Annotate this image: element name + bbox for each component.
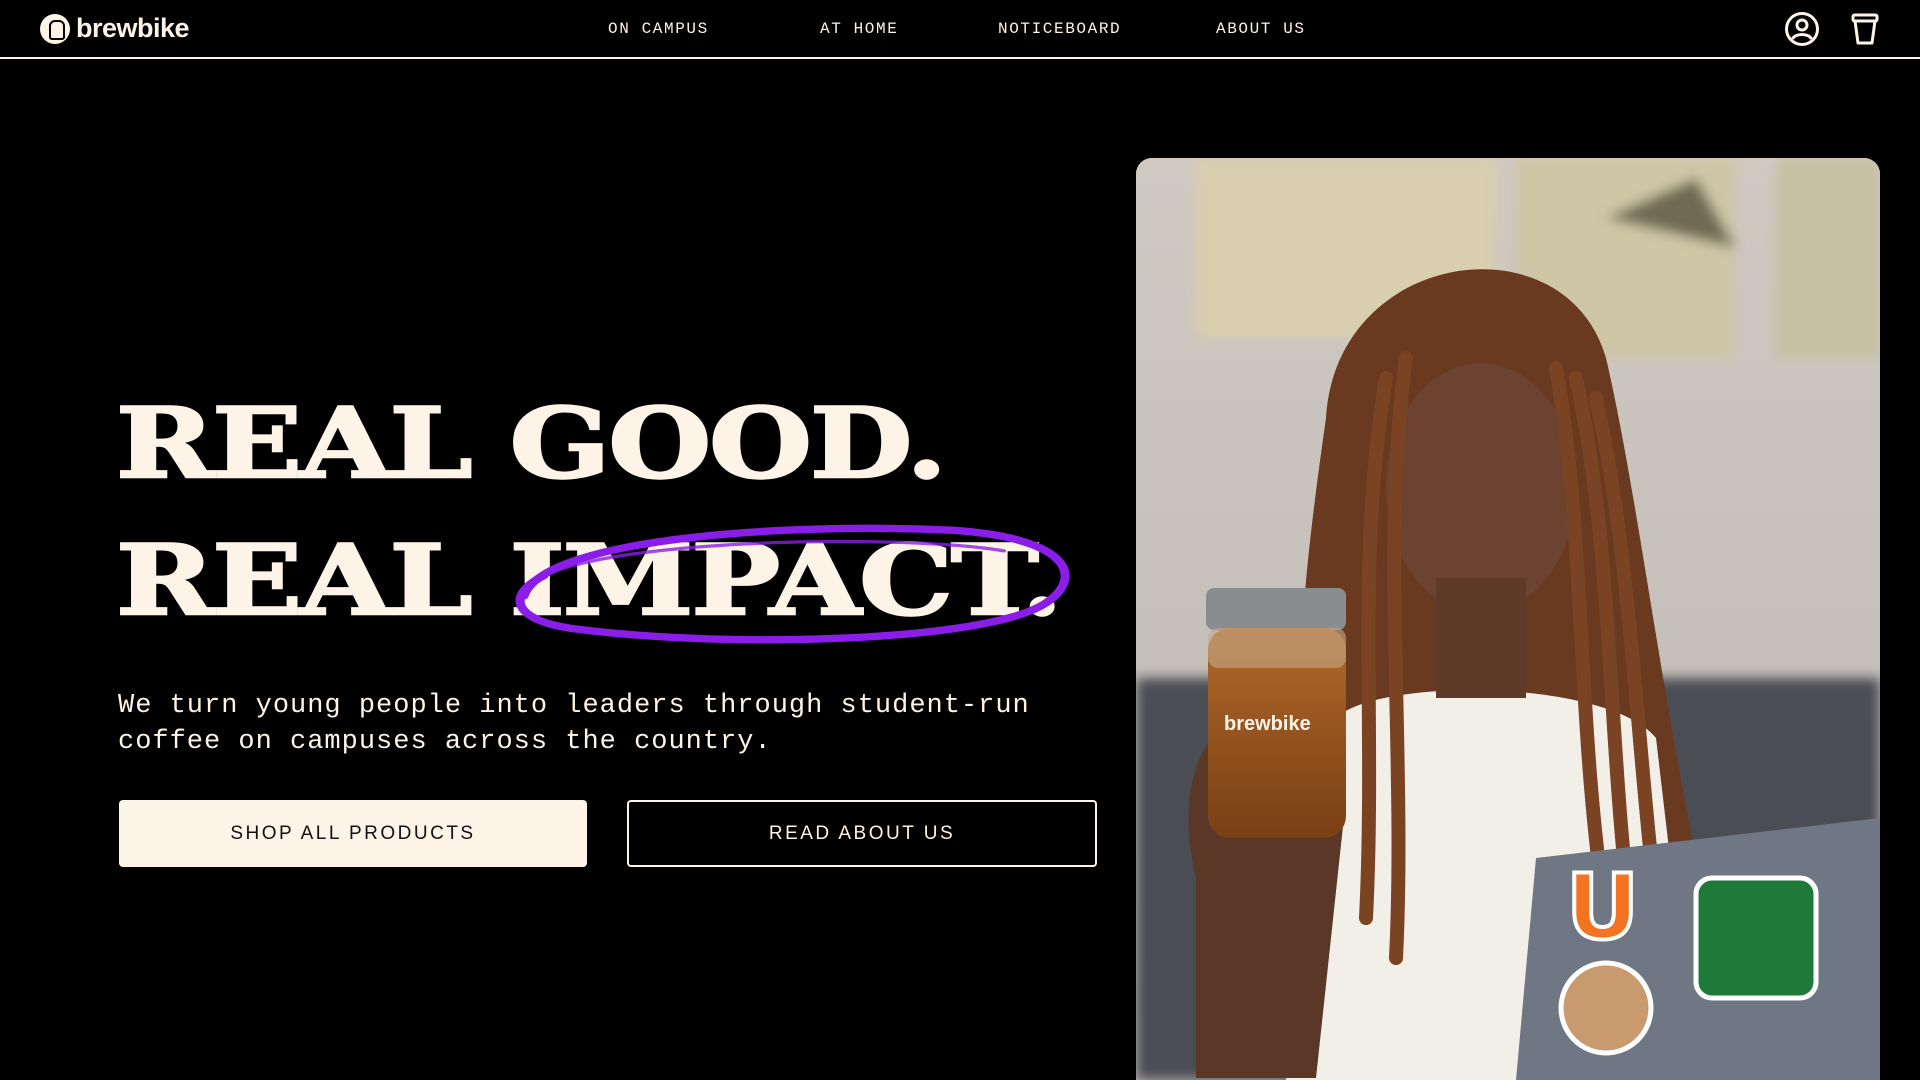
brand-logo[interactable]: brewbike (40, 13, 190, 44)
headline-highlight-text: IMPACT. (508, 522, 1064, 637)
site-header: brewbike ON CAMPUS AT HOME NOTICEBOARD A… (0, 0, 1920, 59)
coffee-jar: brewbike (1206, 588, 1346, 838)
shop-all-products-button[interactable]: SHOP ALL PRODUCTS (119, 800, 587, 867)
nav-noticeboard[interactable]: NOTICEBOARD (998, 20, 1121, 38)
headline-line-2-prefix: REAL (115, 522, 510, 637)
nav-about-us[interactable]: ABOUT US (1216, 20, 1306, 38)
headline-line-1: REAL GOOD. (114, 385, 948, 500)
account-icon[interactable] (1783, 10, 1821, 48)
hero-photo: brewbike U (1136, 158, 1880, 1080)
laptop-sticker-letter: U (1566, 855, 1639, 960)
read-about-us-button[interactable]: READ ABOUT US (627, 800, 1097, 867)
laptop: U (1516, 818, 1880, 1080)
cup-cart-icon[interactable] (1846, 10, 1884, 48)
jar-label: brewbike (1224, 713, 1311, 735)
headline-line-2: REAL IMPACT. (115, 524, 1070, 644)
brewbike-logo-icon (40, 13, 70, 44)
headline-highlight: IMPACT. (508, 524, 1070, 644)
nav-on-campus[interactable]: ON CAMPUS (608, 20, 709, 38)
nav-at-home[interactable]: AT HOME (820, 20, 898, 38)
hero-subtitle: We turn young people into leaders throug… (118, 691, 1030, 757)
brand-name: brewbike (76, 13, 190, 43)
